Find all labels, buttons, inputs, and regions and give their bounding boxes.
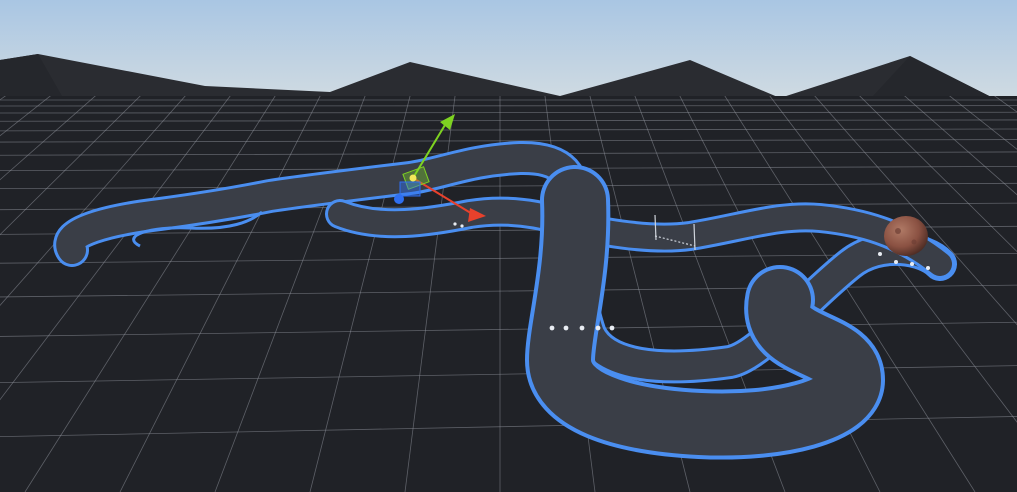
gizmo-xz-plane-handle[interactable] — [399, 181, 421, 197]
gizmo-center-handle-icon[interactable] — [409, 174, 417, 182]
gizmo-z-handle-icon[interactable] — [394, 194, 404, 204]
scene-canvas[interactable] — [0, 0, 1017, 492]
boulder[interactable] — [884, 216, 928, 256]
track-branch-surface — [328, 199, 587, 238]
scene-viewport[interactable] — [0, 0, 1017, 492]
